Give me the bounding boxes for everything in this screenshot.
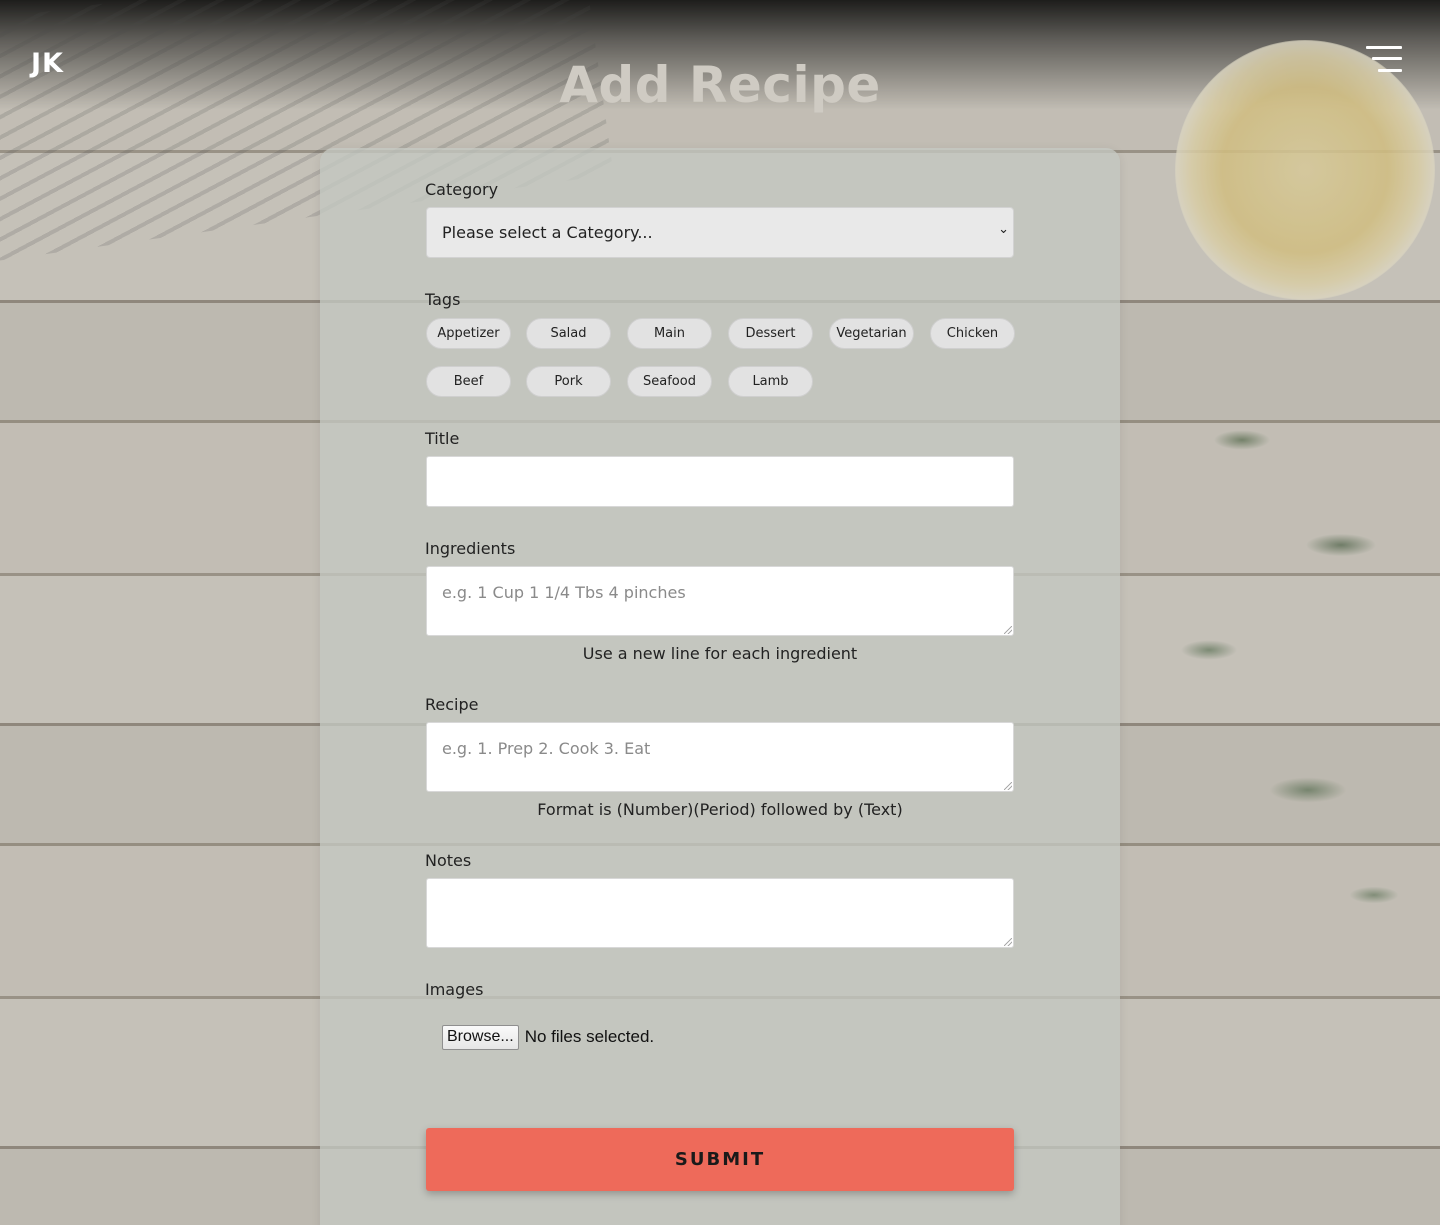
submit-button[interactable]: SUBMIT [426,1128,1014,1191]
title-label: Title [425,429,460,448]
tag-lamb[interactable]: Lamb [728,366,813,397]
ingredients-label: Ingredients [425,539,516,558]
file-status: No files selected. [524,1027,655,1046]
tag-appetizer[interactable]: Appetizer [426,318,511,349]
tag-dessert[interactable]: Dessert [728,318,813,349]
notes-textarea[interactable] [426,878,1014,948]
recipe-hint: Format is (Number)(Period) followed by (… [537,800,903,819]
title-input[interactable] [426,456,1014,507]
recipe-label: Recipe [425,695,479,714]
images-label: Images [425,980,484,999]
resize-grip-icon[interactable] [1004,782,1012,790]
recipe-textarea[interactable]: e.g. 1. Prep 2. Cook 3. Eat [426,722,1014,792]
notes-label: Notes [425,851,472,870]
ingredients-textarea[interactable]: e.g. 1 Cup 1 1/4 Tbs 4 pinches [426,566,1014,636]
category-selected-value: Please select a Category... [442,223,653,242]
file-input[interactable]: Browse... No files selected. [442,1024,654,1050]
page-title: Add Recipe [559,56,881,114]
browse-button[interactable]: Browse... [442,1024,519,1050]
page: JK Add Recipe Category Please select a C… [0,0,1440,1225]
tag-pork[interactable]: Pork [526,366,611,397]
category-label: Category [425,180,499,199]
resize-grip-icon[interactable] [1004,938,1012,946]
ingredients-placeholder: e.g. 1 Cup 1 1/4 Tbs 4 pinches [442,583,686,602]
tag-salad[interactable]: Salad [526,318,611,349]
tag-seafood[interactable]: Seafood [627,366,712,397]
ingredients-hint: Use a new line for each ingredient [582,644,858,663]
tags-label: Tags [425,290,461,309]
tag-beef[interactable]: Beef [426,366,511,397]
tag-main[interactable]: Main [627,318,712,349]
resize-grip-icon[interactable] [1004,626,1012,634]
tag-chicken[interactable]: Chicken [930,318,1015,349]
recipe-placeholder: e.g. 1. Prep 2. Cook 3. Eat [442,739,651,758]
category-select[interactable]: Please select a Category... ⌄ [426,207,1014,258]
menu-line [1366,46,1402,49]
form-card [320,148,1120,1225]
tag-vegetarian[interactable]: Vegetarian [829,318,914,349]
chevron-down-icon: ⌄ [998,222,1009,237]
